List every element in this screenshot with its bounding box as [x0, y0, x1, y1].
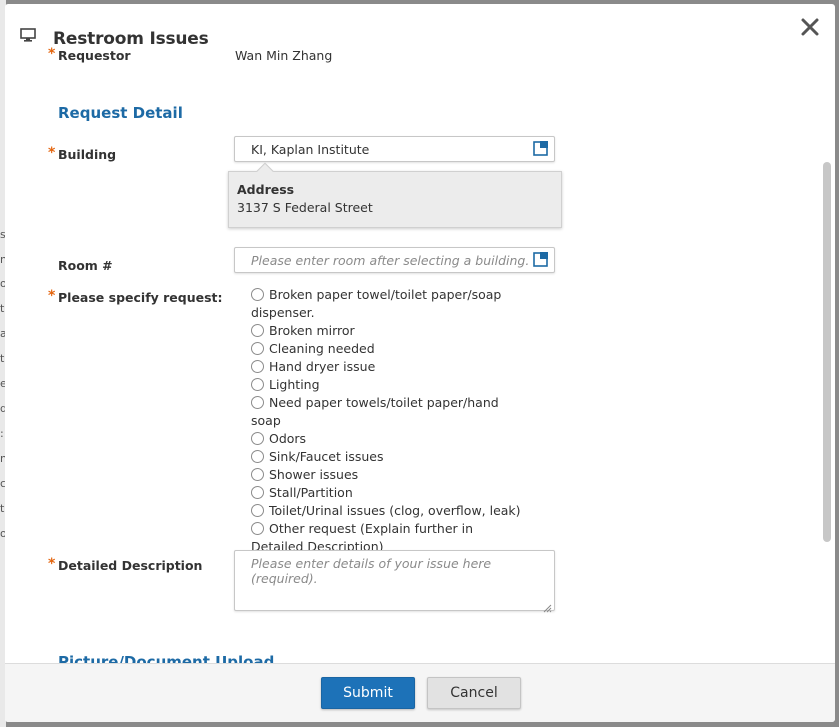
radio-button[interactable] [251, 288, 264, 301]
request-option[interactable]: Hand dryer issue [251, 358, 521, 376]
required-marker: * [48, 46, 56, 62]
address-card: Address 3137 S Federal Street [228, 162, 562, 228]
request-option[interactable]: Shower issues [251, 466, 521, 484]
requestor-value: Wan Min Zhang [235, 48, 333, 63]
request-type-label: Please specify request: [58, 290, 223, 305]
building-field[interactable]: KI, Kaplan Institute [234, 136, 555, 162]
room-placeholder: Please enter room after selecting a buil… [251, 253, 530, 268]
request-option[interactable]: Stall/Partition [251, 484, 521, 502]
lookup-icon[interactable] [533, 140, 549, 156]
submit-button[interactable]: Submit [321, 677, 415, 709]
building-value: KI, Kaplan Institute [251, 142, 370, 157]
description-textarea[interactable]: Please enter details of your issue here … [234, 550, 555, 613]
radio-button[interactable] [251, 450, 264, 463]
radio-button[interactable] [251, 432, 264, 445]
request-option[interactable]: Odors [251, 430, 521, 448]
close-icon[interactable] [799, 16, 821, 38]
request-option[interactable]: Cleaning needed [251, 340, 521, 358]
required-marker: * [48, 288, 56, 304]
close-button[interactable] [799, 16, 821, 38]
request-option[interactable]: Sink/Faucet issues [251, 448, 521, 466]
scrollbar[interactable] [823, 162, 831, 662]
radio-button[interactable] [251, 486, 264, 499]
radio-button[interactable] [251, 522, 264, 535]
form-scroll-area[interactable]: * Requestor Wan Min Zhang Request Detail… [5, 41, 835, 663]
dialog-footer: Submit Cancel [5, 663, 835, 722]
scrollbar-thumb[interactable] [823, 162, 831, 542]
request-option[interactable]: Broken paper towel/toilet paper/soap dis… [251, 286, 521, 322]
required-marker: * [48, 145, 56, 161]
cancel-button[interactable]: Cancel [427, 677, 521, 709]
radio-button[interactable] [251, 468, 264, 481]
requestor-label: Requestor [58, 48, 131, 63]
request-option[interactable]: Lighting [251, 376, 521, 394]
radio-button[interactable] [251, 396, 264, 409]
request-option[interactable]: Broken mirror [251, 322, 521, 340]
request-option[interactable]: Toilet/Urinal issues (clog, overflow, le… [251, 502, 521, 520]
upload-heading: Picture/Document Upload [58, 653, 275, 663]
required-marker: * [48, 556, 56, 572]
resize-handle-icon[interactable] [542, 598, 552, 613]
room-field[interactable]: Please enter room after selecting a buil… [234, 247, 555, 273]
description-label: Detailed Description [58, 558, 203, 573]
building-label: Building [58, 147, 117, 162]
radio-button[interactable] [251, 360, 264, 373]
radio-button[interactable] [251, 324, 264, 337]
address-label: Address [237, 182, 295, 197]
radio-button[interactable] [251, 378, 264, 391]
restroom-issues-dialog: Restroom Issues * Requestor Wan Min Zhan… [5, 4, 835, 722]
description-placeholder: Please enter details of your issue here … [251, 556, 492, 586]
room-label: Room # [58, 258, 113, 273]
lookup-icon[interactable] [533, 251, 549, 267]
request-detail-heading: Request Detail [58, 104, 183, 122]
request-option[interactable]: Need paper towels/toilet paper/hand soap [251, 394, 521, 430]
address-value: 3137 S Federal Street [237, 200, 373, 215]
request-type-options: Broken paper towel/toilet paper/soap dis… [251, 286, 521, 556]
radio-button[interactable] [251, 504, 264, 517]
radio-button[interactable] [251, 342, 264, 355]
